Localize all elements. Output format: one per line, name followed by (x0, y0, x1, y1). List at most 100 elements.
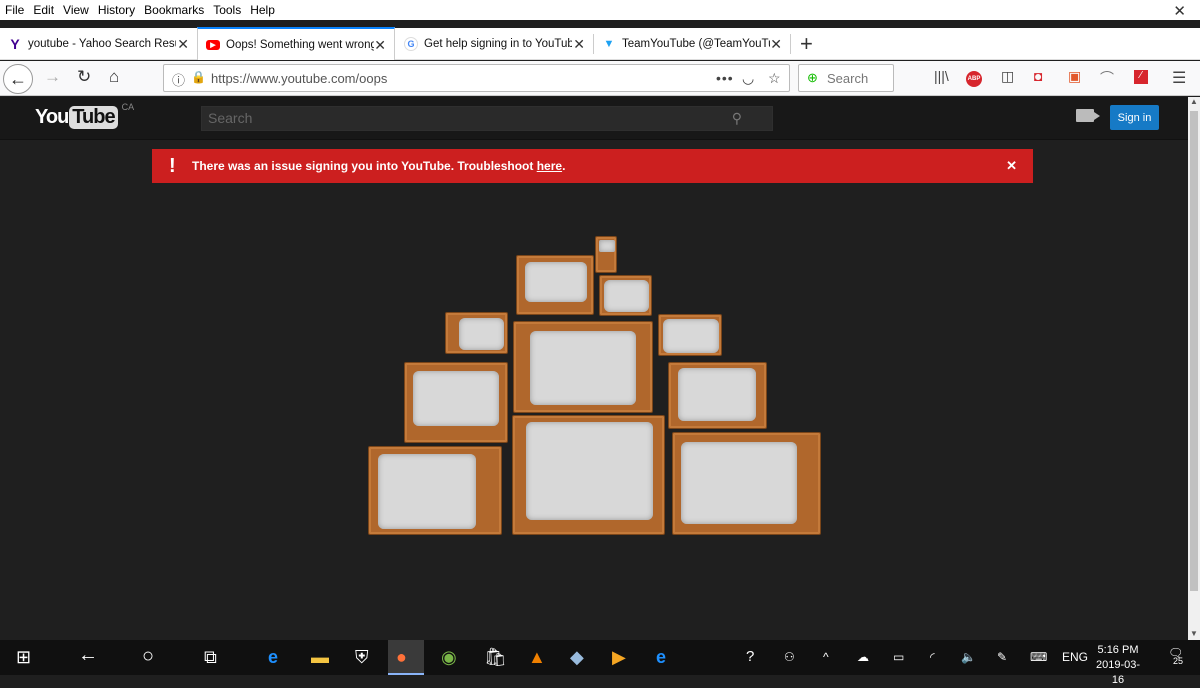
task-view-icon[interactable]: ⧉ (204, 647, 217, 668)
tab-separator (790, 34, 791, 54)
tv-set (672, 432, 821, 535)
window-close-icon[interactable]: ✕ (1173, 2, 1186, 20)
video-player-icon[interactable]: ▶ (612, 647, 626, 668)
twitter-favicon-icon: ▼ (603, 38, 615, 50)
tab-google-help[interactable]: G Get help signing in to YouTub ✕ (396, 28, 593, 60)
windows-start-icon[interactable]: ⊞ (16, 647, 31, 668)
upload-video-icon[interactable] (1076, 109, 1100, 122)
tv-set (516, 255, 594, 315)
extension-arc-icon[interactable]: ⌒ (1100, 68, 1114, 88)
tv-set (404, 362, 508, 443)
tab-title: TeamYouTube (@TeamYouTu (622, 38, 770, 50)
region-code: CA (121, 101, 135, 112)
file-explorer-icon[interactable]: ▬ (311, 647, 329, 668)
pocket-icon[interactable]: ◡ (742, 70, 754, 87)
tab-bar: Y youtube - Yahoo Search Resul ✕ ▶ Oops!… (0, 27, 1200, 60)
menu-bookmarks[interactable]: Bookmarks (139, 3, 208, 17)
browser-search-field[interactable]: ⊕ Search (798, 64, 894, 92)
tv-set (668, 362, 767, 429)
back-arrow-icon[interactable]: ← (78, 644, 98, 667)
extension-pen-icon[interactable]: ⁄ (1134, 70, 1148, 84)
tab-close-icon[interactable]: ✕ (573, 36, 585, 53)
menu-view[interactable]: View (58, 3, 93, 17)
menu-history[interactable]: History (93, 3, 139, 17)
tv-set (599, 275, 652, 316)
tv-set (368, 446, 502, 535)
keyboard-icon[interactable]: ⌨ (1030, 650, 1047, 664)
vlc-icon[interactable]: ▲ (528, 647, 546, 668)
yahoo-favicon-icon: Y (10, 36, 20, 52)
tab-youtube-oops[interactable]: ▶ Oops! Something went wrong ✕ (197, 27, 395, 60)
cortana-icon[interactable]: ○ (142, 645, 154, 668)
tab-close-icon[interactable]: ✕ (770, 36, 782, 53)
signin-error-alert: ! There was an issue signing you into Yo… (152, 149, 1033, 183)
url-text[interactable]: https://www.youtube.com/oops (211, 71, 387, 86)
logo-tube: Tube (69, 106, 118, 129)
reload-icon[interactable]: ↻ (77, 67, 91, 87)
wifi-icon[interactable]: ◜ (930, 650, 935, 664)
logo-you: You (35, 106, 69, 128)
tab-close-icon[interactable]: ✕ (374, 37, 386, 54)
edge-icon[interactable]: e (656, 647, 666, 668)
utorrent-icon[interactable]: ◉ (441, 647, 457, 668)
new-tab-plus-icon[interactable]: + (800, 31, 813, 57)
youtube-search-input[interactable]: Search ⚲ (201, 106, 773, 131)
troubleshoot-link[interactable]: here (537, 159, 562, 173)
menu-edit[interactable]: Edit (28, 3, 58, 17)
screenshot-extension-icon[interactable]: ▣ (1068, 68, 1081, 85)
scroll-up-icon[interactable]: ▲ (1190, 97, 1198, 106)
youtube-logo[interactable]: You Tube CA (35, 102, 134, 129)
search-engine-icon: ⊕ (807, 70, 818, 85)
tab-yahoo[interactable]: Y youtube - Yahoo Search Resul ✕ (0, 28, 197, 60)
volume-icon[interactable]: 🔈 (961, 650, 976, 664)
alert-close-icon[interactable]: ✕ (1006, 158, 1017, 174)
pen-icon[interactable]: ✎ (997, 650, 1007, 664)
notification-count: 25 (1173, 656, 1184, 666)
clock-date: 2019-03-16 (1095, 659, 1141, 686)
back-arrow-icon[interactable]: ← (3, 64, 33, 94)
address-bar[interactable]: ⓘ 🔒 https://www.youtube.com/oops ••• ◡ ☆ (163, 64, 790, 92)
scroll-down-icon[interactable]: ▼ (1190, 629, 1198, 638)
tab-title: Get help signing in to YouTub (424, 38, 572, 50)
sign-in-button[interactable]: Sign in (1110, 105, 1159, 130)
chevron-up-icon[interactable]: ^ (823, 650, 829, 664)
page-content: You Tube CA Search ⚲ Sign in ! There was… (0, 97, 1188, 640)
clock-time: 5:16 PM (1097, 644, 1139, 656)
bookmark-star-icon[interactable]: ☆ (768, 70, 781, 87)
people-icon[interactable]: ⚇ (784, 650, 795, 664)
onedrive-icon[interactable]: ☁ (857, 650, 869, 664)
system-clock[interactable]: 5:16 PM 2019-03-16 (1093, 643, 1143, 688)
store-icon[interactable]: 🛍 (484, 647, 507, 668)
menu-file[interactable]: File (0, 3, 28, 17)
alert-tail: . (562, 159, 566, 173)
adblock-plus-icon[interactable]: ABP (966, 71, 982, 87)
help-icon[interactable]: ? (746, 648, 754, 665)
pocket-extension-icon[interactable]: ◘ (1034, 68, 1042, 84)
tab-title: youtube - Yahoo Search Resul (28, 38, 176, 50)
info-icon[interactable]: ⓘ (172, 70, 185, 89)
forward-arrow-icon[interactable]: → (44, 67, 61, 87)
menu-help[interactable]: Help (245, 3, 279, 17)
youtube-header: You Tube CA Search ⚲ Sign in (0, 97, 1188, 140)
sidebar-icon[interactable]: ◫ (1001, 68, 1014, 85)
scroll-thumb[interactable] (1190, 111, 1198, 591)
hamburger-menu-icon[interactable]: ☰ (1172, 68, 1186, 88)
vertical-scrollbar[interactable]: ▲ ▼ (1188, 97, 1200, 640)
media-app-icon[interactable]: ◆ (570, 647, 584, 668)
tab-twitter[interactable]: ▼ TeamYouTube (@TeamYouTu ✕ (594, 28, 790, 60)
tab-close-icon[interactable]: ✕ (177, 36, 189, 53)
lock-icon[interactable]: 🔒 (191, 70, 206, 84)
library-icon[interactable]: |||\ (934, 68, 949, 84)
tv-set (445, 312, 508, 354)
search-icon[interactable]: ⚲ (732, 110, 742, 127)
navigation-toolbar: ← → ↻ ⌂ ⓘ 🔒 https://www.youtube.com/oops… (0, 61, 1200, 96)
firefox-icon[interactable]: ● (396, 647, 407, 668)
tab-title: Oops! Something went wrong (226, 38, 374, 51)
security-shield-icon[interactable]: ⛨ (355, 647, 369, 668)
language-indicator[interactable]: ENG (1062, 650, 1088, 664)
battery-icon[interactable]: ▭ (893, 650, 904, 664)
edge-icon[interactable]: e (268, 647, 278, 668)
home-icon[interactable]: ⌂ (109, 67, 119, 87)
menu-tools[interactable]: Tools (208, 3, 245, 17)
page-actions-icon[interactable]: ••• (716, 70, 734, 86)
